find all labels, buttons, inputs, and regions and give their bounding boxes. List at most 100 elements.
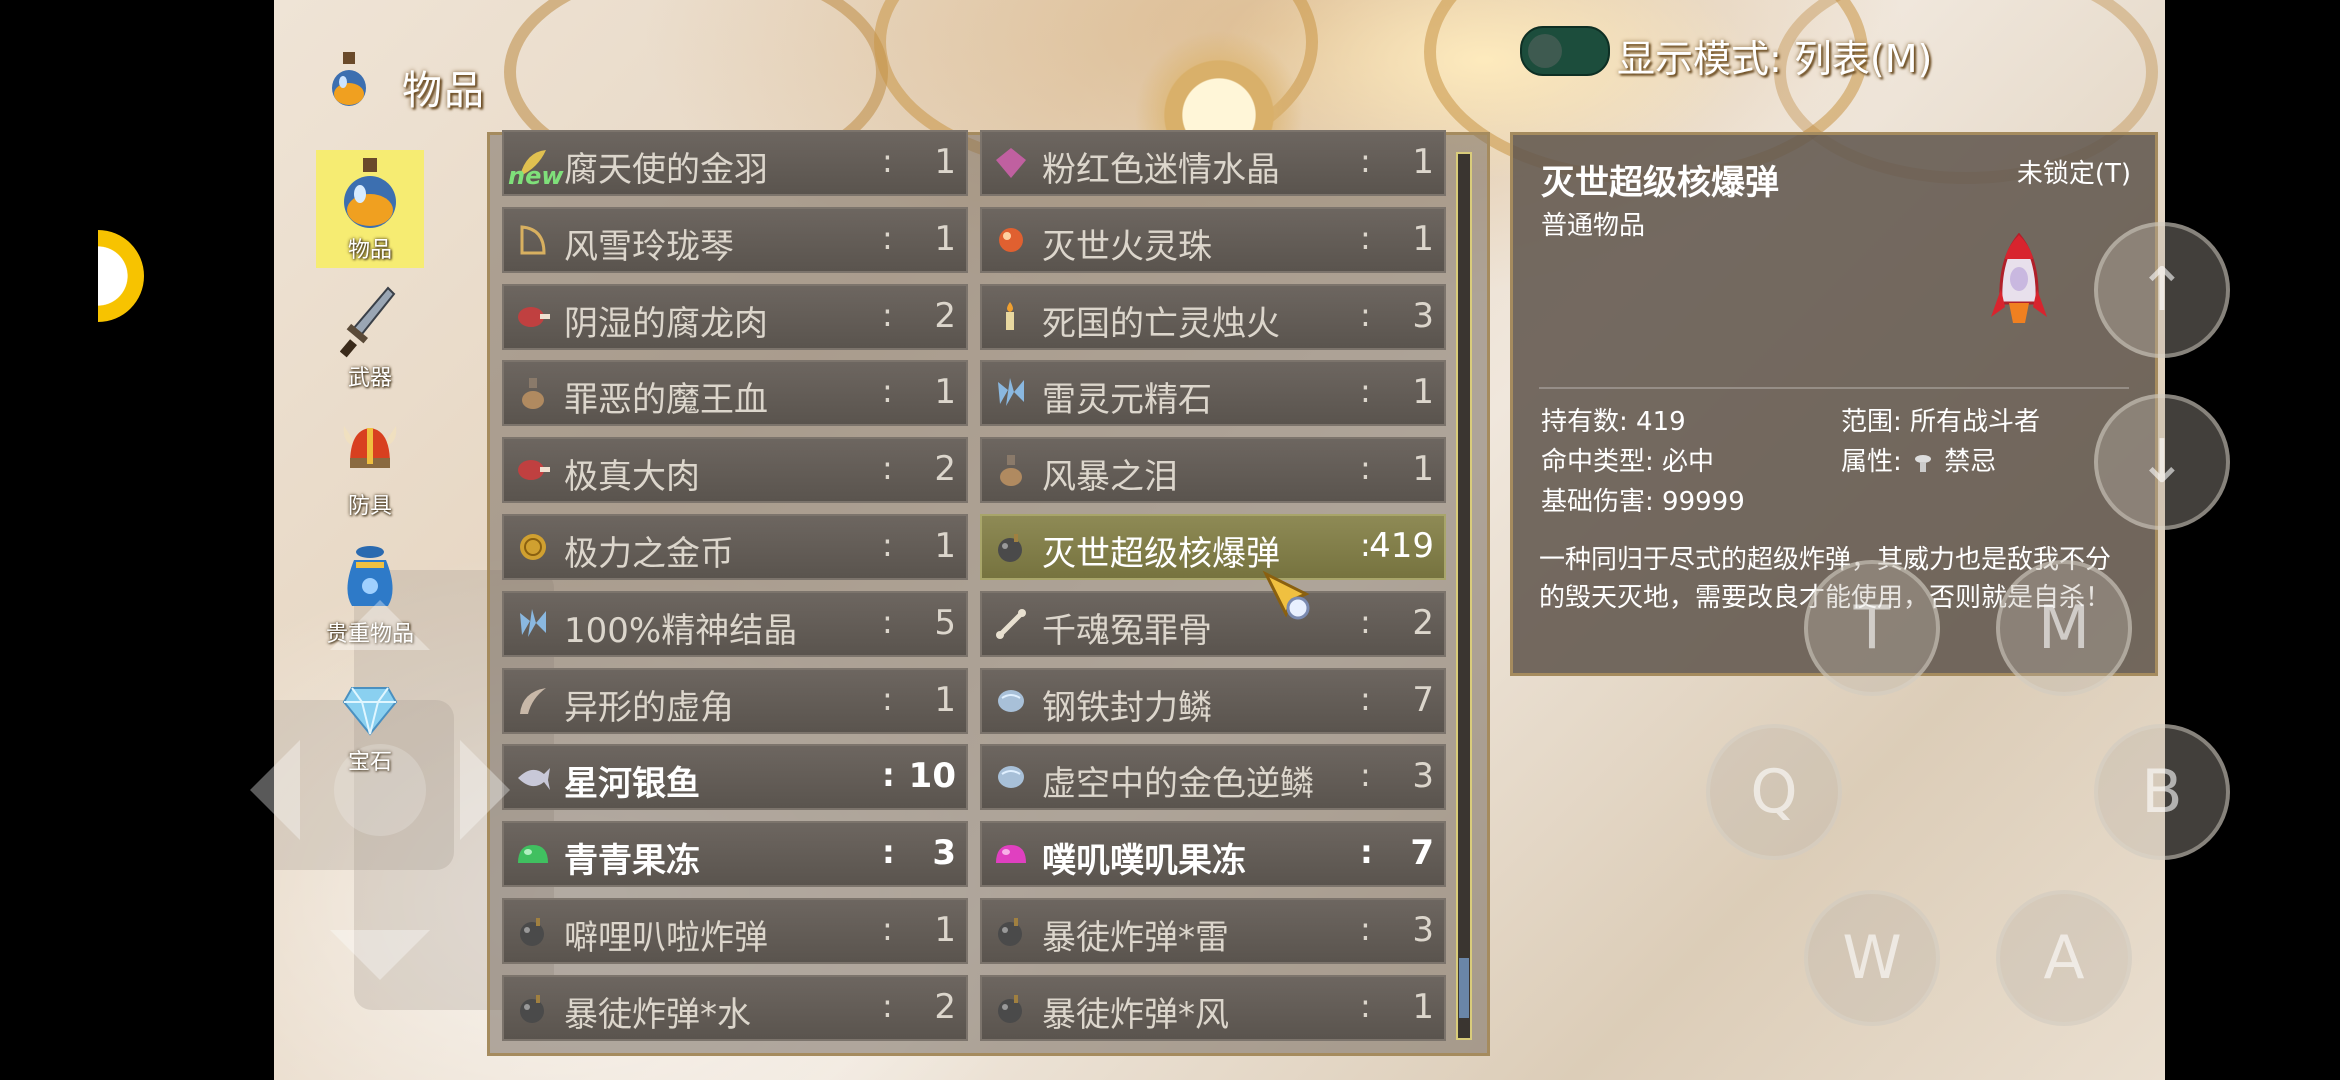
category-items[interactable]: 物品 [316,150,424,268]
item-row[interactable]: new 腐天使的金羽: 1 [502,130,968,196]
item-separator: : [1360,218,1371,257]
item-row[interactable]: 噼哩叭啦炸弹: 1 [502,898,968,964]
item-name: 虚空中的金色逆鳞 [1042,764,1314,805]
item-list-scrollbar[interactable] [1456,152,1472,1040]
item-row[interactable]: 千魂冤罪骨: 2 [980,590,1446,657]
item-row[interactable]: 虚空中的金色逆鳞: 3 [980,744,1446,811]
item-separator: : [882,602,893,641]
t-button[interactable]: T [1804,560,1940,696]
item-quantity: 7 [1410,833,1434,874]
item-row[interactable]: 粉红色迷情水晶: 1 [980,130,1446,196]
display-mode-toggle[interactable] [1520,26,1610,76]
scale-icon [998,766,1024,789]
item-name: 暴徒炸弹*水 [564,994,751,1035]
item-row[interactable]: 风雪玲珑琴: 1 [502,206,968,273]
side-mascot-icon[interactable] [98,230,144,322]
item-row[interactable]: 死国的亡灵烛火: 3 [980,283,1446,350]
category-label: 物品 [347,238,392,263]
scroll-down-button[interactable]: ↓ [2094,394,2230,530]
bomb-icon [998,994,1022,1023]
dpad-center[interactable] [334,744,426,836]
a-button[interactable]: A [1996,890,2132,1026]
bomb-icon [998,534,1022,562]
sword-icon [340,286,396,358]
item-quantity: 2 [1412,602,1434,643]
item-row[interactable]: 异形的虚角: 1 [502,667,968,734]
item-row[interactable]: 星河银鱼:10 [502,744,968,811]
item-name: 风雪玲珑琴 [564,226,734,267]
item-name: 噗叽噗叽果冻 [1042,841,1246,882]
orb-icon [999,227,1023,252]
item-name: 星河银鱼 [564,764,700,805]
item-separator: : [1360,602,1371,641]
attribute-label: 属性: [1841,447,1902,477]
item-separator: : [882,142,893,180]
b-button[interactable]: B [2094,724,2230,860]
item-separator: : [1360,372,1371,411]
item-name: 钢铁封力鳞 [1042,687,1212,728]
item-quantity: 1 [1412,218,1434,259]
bomb-icon [998,918,1022,946]
q-button[interactable]: Q [1706,724,1842,860]
item-row[interactable]: 阴湿的腐龙肉: 2 [502,283,968,350]
scrollbar-thumb[interactable] [1459,958,1469,1018]
item-row[interactable]: 灭世火灵珠: 1 [980,206,1446,273]
category-weapons[interactable]: 武器 [316,278,424,396]
item-row[interactable]: 100%精神结晶: 5 [502,590,968,657]
item-quantity: 10 [908,756,956,797]
item-row[interactable]: 风暴之泪: 1 [980,437,1446,504]
coin-icon [520,534,546,560]
item-name: 青青果冻 [564,841,700,882]
b-label: B [2141,757,2183,827]
category-label: 武器 [347,366,392,391]
category-armor[interactable]: 防具 [316,406,424,524]
dpad[interactable] [240,580,520,1000]
item-row[interactable]: 暴徒炸弹*风: 1 [980,974,1446,1041]
item-row[interactable]: 钢铁封力鳞: 7 [980,667,1446,734]
meat-icon [518,306,550,327]
item-separator: : [1360,295,1371,334]
item-row[interactable]: 暴徒炸弹*雷: 3 [980,898,1446,964]
item-row[interactable]: 极力之金币: 1 [502,514,968,580]
item-quantity: 7 [1412,679,1434,720]
item-row[interactable]: 暴徒炸弹*水: 2 [502,974,968,1041]
item-row[interactable]: 灭世超级核爆弹:419 [980,514,1446,580]
item-name: 异形的虚角 [564,687,734,728]
scroll-up-button[interactable]: ↑ [2094,222,2230,358]
item-separator: : [1360,910,1371,948]
flask-icon [1000,455,1022,487]
item-quantity: 2 [934,295,956,336]
item-quantity: 1 [934,218,956,259]
w-button[interactable]: W [1804,890,1940,1026]
item-row[interactable]: 极真大肉: 2 [502,437,968,504]
item-quantity: 3 [1412,910,1434,950]
dpad-down-icon[interactable] [330,930,430,980]
m-button[interactable]: M [1996,560,2132,696]
flask-icon [522,378,544,410]
item-separator: : [1360,142,1371,180]
scale-icon [998,689,1024,712]
m-label: M [2038,593,2090,663]
detail-damage: 基础伤害: 99999 [1541,487,1745,517]
item-row[interactable]: 雷灵元精石: 1 [980,360,1446,427]
potion-icon [332,52,366,106]
item-separator: : [882,679,893,718]
detail-range: 范围: 所有战斗者 [1841,407,2041,437]
dpad-right-icon[interactable] [460,740,510,840]
page-title: 物品 [402,68,486,114]
item-name: 灭世超级核爆弹 [1042,534,1280,574]
item-row[interactable]: 青青果冻:3 [502,821,968,888]
item-quantity: 1 [934,142,956,182]
lock-status-button[interactable]: 未锁定(T) [2017,153,2131,190]
detail-held-count: 持有数: 419 [1541,407,1686,437]
dpad-left-icon[interactable] [250,740,300,840]
item-row[interactable]: 噗叽噗叽果冻:7 [980,821,1446,888]
t-label: T [1853,593,1891,663]
dpad-up-icon[interactable] [330,600,430,650]
item-separator: : [882,295,893,334]
item-row[interactable]: 罪恶的魔王血: 1 [502,360,968,427]
item-name: 千魂冤罪骨 [1042,610,1212,651]
item-separator: : [882,986,893,1025]
display-mode-label[interactable]: 显示模式: 列表(M) [1617,28,1932,83]
item-quantity: 3 [1412,756,1434,797]
